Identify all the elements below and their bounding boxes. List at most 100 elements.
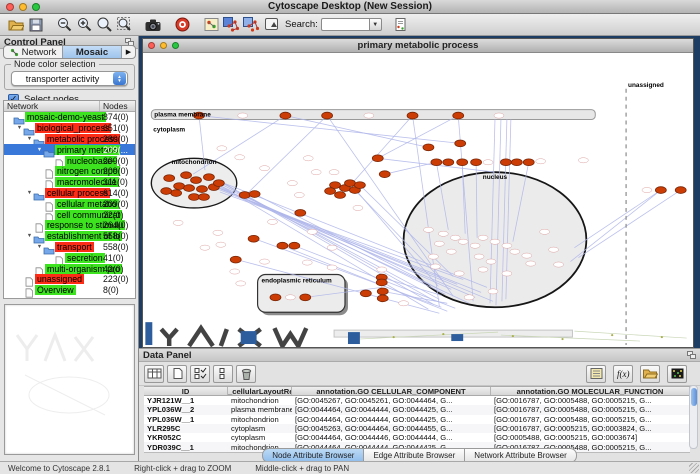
network-node[interactable]	[354, 182, 365, 189]
network-node[interactable]	[280, 112, 291, 119]
node-label-chip[interactable]	[230, 269, 240, 274]
attribute-matrix-icon[interactable]	[667, 365, 687, 383]
network-node[interactable]	[300, 294, 311, 301]
node-label-chip[interactable]	[287, 181, 297, 186]
tree-row[interactable]: ▼nitrogen compo209(0)	[4, 166, 135, 177]
network-node[interactable]	[443, 159, 454, 166]
node-label-chip[interactable]	[377, 267, 387, 272]
network-canvas[interactable]: plasma membranecytoplasmmitochondrionnuc…	[143, 53, 693, 347]
network-node[interactable]	[181, 172, 192, 179]
node-label-chip[interactable]	[510, 249, 520, 254]
annotation-icon[interactable]	[261, 15, 281, 34]
node-label-chip[interactable]	[307, 229, 317, 234]
network-node[interactable]	[431, 159, 442, 166]
network-node[interactable]	[335, 192, 346, 199]
tree-header-nodes[interactable]: Nodes	[100, 101, 131, 111]
network-node[interactable]	[289, 242, 300, 249]
blue-node-rect[interactable]	[145, 322, 152, 345]
tree-row[interactable]: ▼cell communicat22(0)	[4, 209, 135, 220]
node-label-chip[interactable]	[353, 205, 363, 210]
network-node[interactable]	[325, 188, 336, 195]
network-node[interactable]	[457, 159, 468, 166]
node-label-chip[interactable]	[502, 243, 512, 248]
node-label-chip[interactable]	[526, 261, 536, 266]
table-row[interactable]: YKR052Ccytoplasm[GO:0044464, GO:0044446,…	[144, 433, 690, 442]
network-node[interactable]	[372, 155, 383, 162]
network-edge[interactable]	[246, 116, 327, 195]
node-label-chip[interactable]	[327, 265, 337, 270]
tree-row[interactable]: ▼macromolecule311(0)	[4, 177, 135, 188]
network-node[interactable]	[197, 186, 208, 193]
node-label-chip[interactable]	[260, 259, 270, 264]
tree-row[interactable]: ▼mosaic-demo-yeast874(0)	[4, 112, 135, 123]
node-label-chip[interactable]	[238, 113, 248, 118]
node-label-chip[interactable]	[303, 156, 313, 161]
function-builder-icon[interactable]: f(x)	[613, 365, 633, 383]
blue-node-rect[interactable]	[348, 332, 360, 344]
delete-attribute-icon[interactable]	[236, 365, 256, 383]
network-node[interactable]	[277, 242, 288, 249]
network-edge[interactable]	[347, 116, 413, 190]
table-scrollbar[interactable]	[689, 385, 698, 449]
open-icon[interactable]	[5, 15, 25, 34]
node-label-chip[interactable]	[554, 262, 564, 267]
network-node[interactable]	[453, 112, 464, 119]
network-node[interactable]	[191, 177, 202, 184]
tree-row[interactable]: ▼response to stimulu264(0)	[4, 220, 135, 231]
attribute-batch-icon[interactable]	[586, 365, 606, 383]
network-edge[interactable]	[578, 190, 680, 258]
node-label-chip[interactable]	[502, 271, 512, 276]
disclosure-triangle-icon[interactable]: ▼	[36, 147, 43, 153]
node-label-chip[interactable]	[536, 159, 546, 164]
network-node[interactable]	[171, 190, 182, 197]
table-row[interactable]: YJR121W__1mitochondrion[GO:0045267, GO:0…	[144, 396, 690, 405]
node-label-chip[interactable]	[399, 301, 409, 306]
tree-row[interactable]: ▼Overview8(0)	[4, 285, 135, 296]
node-label-chip[interactable]	[454, 271, 464, 276]
select-attributes-icon[interactable]	[190, 365, 210, 383]
node-label-chip[interactable]	[430, 264, 440, 269]
node-label-chip[interactable]	[478, 235, 488, 240]
create-attribute-icon[interactable]	[167, 365, 187, 383]
network-node[interactable]	[249, 191, 260, 198]
zoom-selected-icon[interactable]	[94, 15, 114, 34]
float-data-panel-icon[interactable]	[687, 351, 696, 359]
node-label-chip[interactable]	[642, 187, 652, 192]
network-node[interactable]	[345, 180, 356, 187]
network-edge[interactable]	[574, 190, 660, 248]
tree-row[interactable]: ▼primary metabo209(...	[4, 144, 135, 155]
disclosure-triangle-icon[interactable]: ▼	[26, 136, 33, 142]
table-column-header[interactable]: ID	[144, 387, 228, 395]
tab-overflow-arrow[interactable]: ▶	[122, 46, 135, 58]
node-label-chip[interactable]	[236, 281, 246, 286]
tree-row[interactable]: ▼nucleobase-209(0)	[4, 155, 135, 166]
node-label-chip[interactable]	[578, 158, 588, 163]
network-node[interactable]	[161, 188, 172, 195]
network-node[interactable]	[164, 175, 175, 182]
disclosure-triangle-icon[interactable]: ▼	[36, 244, 43, 250]
network-node[interactable]	[248, 235, 259, 242]
node-label-chip[interactable]	[285, 295, 295, 300]
search-options-icon[interactable]	[391, 15, 411, 34]
network-node[interactable]	[213, 180, 224, 187]
node-label-chip[interactable]	[428, 254, 438, 259]
node-label-chip[interactable]	[450, 235, 460, 240]
node-label-chip[interactable]	[327, 245, 337, 250]
table-column-header[interactable]: annotation.GO CELLULAR_COMPONENT	[292, 387, 491, 395]
tree-row[interactable]: ▼metabolic process280(0)	[4, 134, 135, 145]
search-input[interactable]	[321, 18, 369, 31]
table-column-header[interactable]: _cellularLayoutRegion	[228, 387, 292, 395]
node-label-chip[interactable]	[434, 241, 444, 246]
node-label-chip[interactable]	[268, 219, 278, 224]
birdseye-view[interactable]	[4, 304, 135, 455]
blue-node-rect[interactable]	[241, 331, 257, 344]
network-node[interactable]	[376, 279, 387, 286]
node-label-chip[interactable]	[294, 192, 304, 197]
network-node[interactable]	[655, 187, 666, 194]
node-label-chip[interactable]	[483, 160, 493, 165]
network-node[interactable]	[295, 210, 306, 217]
network-node[interactable]	[189, 194, 200, 201]
node-label-chip[interactable]	[329, 170, 339, 175]
network-node[interactable]	[270, 294, 281, 301]
network-node[interactable]	[239, 192, 250, 199]
